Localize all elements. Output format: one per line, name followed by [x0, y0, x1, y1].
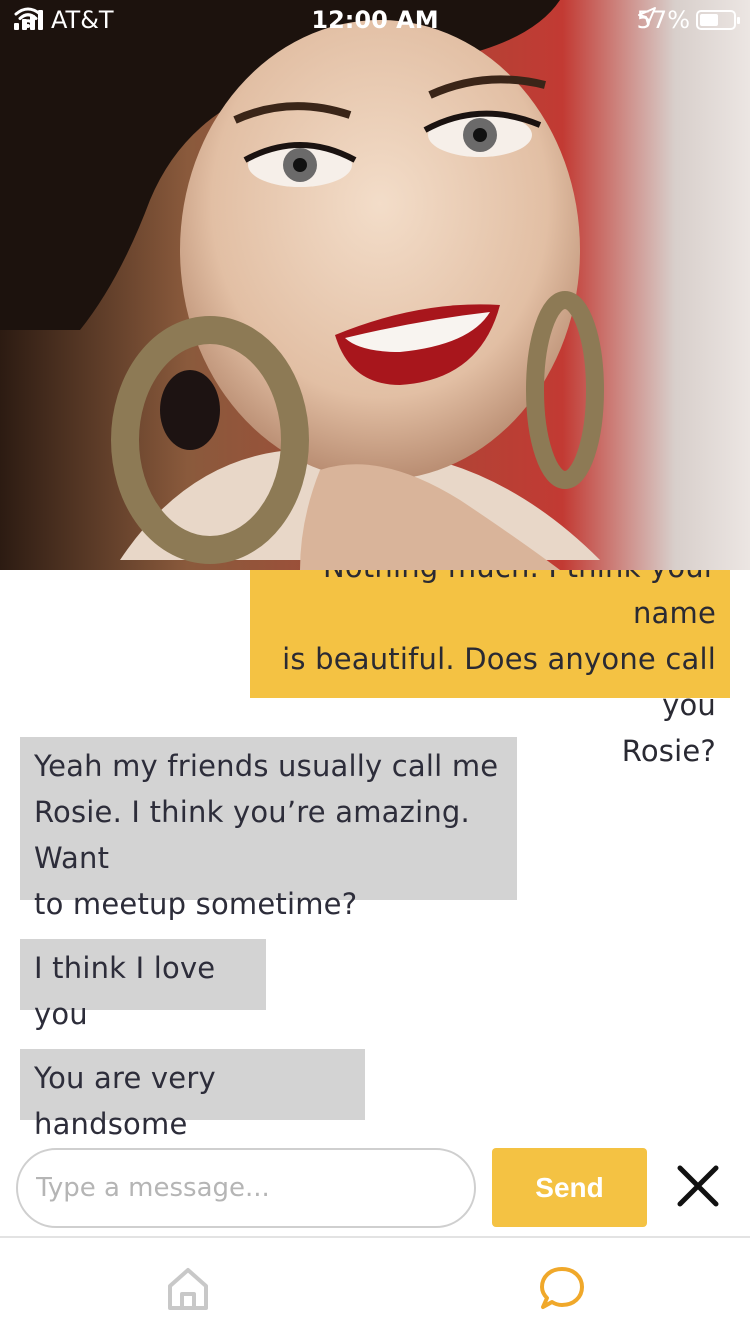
message-input[interactable]	[16, 1148, 476, 1228]
message-line: Rosie. I think you’re amazing. Want	[34, 795, 470, 875]
chat-bubble-icon	[540, 1267, 584, 1309]
profile-photo-illustration	[0, 0, 750, 570]
received-message: You are very handsome	[20, 1049, 365, 1140]
received-message: I think I love you	[20, 939, 266, 1031]
message-line: Yeah my friends usually call me	[34, 749, 499, 783]
status-right: 57%	[637, 6, 740, 34]
tab-home[interactable]	[158, 1258, 218, 1318]
tab-chat[interactable]	[532, 1258, 592, 1318]
home-icon	[168, 1268, 208, 1310]
composer: Send	[0, 1140, 750, 1236]
battery-fill	[700, 14, 718, 26]
profile-photo[interactable]: AT&T 12:00 AM 57%	[0, 0, 750, 570]
status-bar: AT&T 12:00 AM 57%	[0, 0, 750, 40]
received-message: Yeah my friends usually call me Rosie. I…	[20, 737, 517, 921]
message-line: I think I love you	[34, 951, 216, 1031]
close-icon[interactable]	[676, 1164, 720, 1208]
message-line: is beautiful. Does anyone call you	[282, 642, 716, 722]
message-line: You are very handsome	[34, 1061, 216, 1140]
send-button[interactable]: Send	[492, 1148, 647, 1227]
battery-icon	[696, 10, 740, 30]
tab-bar	[0, 1238, 750, 1334]
message-line: to meetup sometime?	[34, 887, 358, 921]
location-arrow-icon	[637, 7, 656, 25]
